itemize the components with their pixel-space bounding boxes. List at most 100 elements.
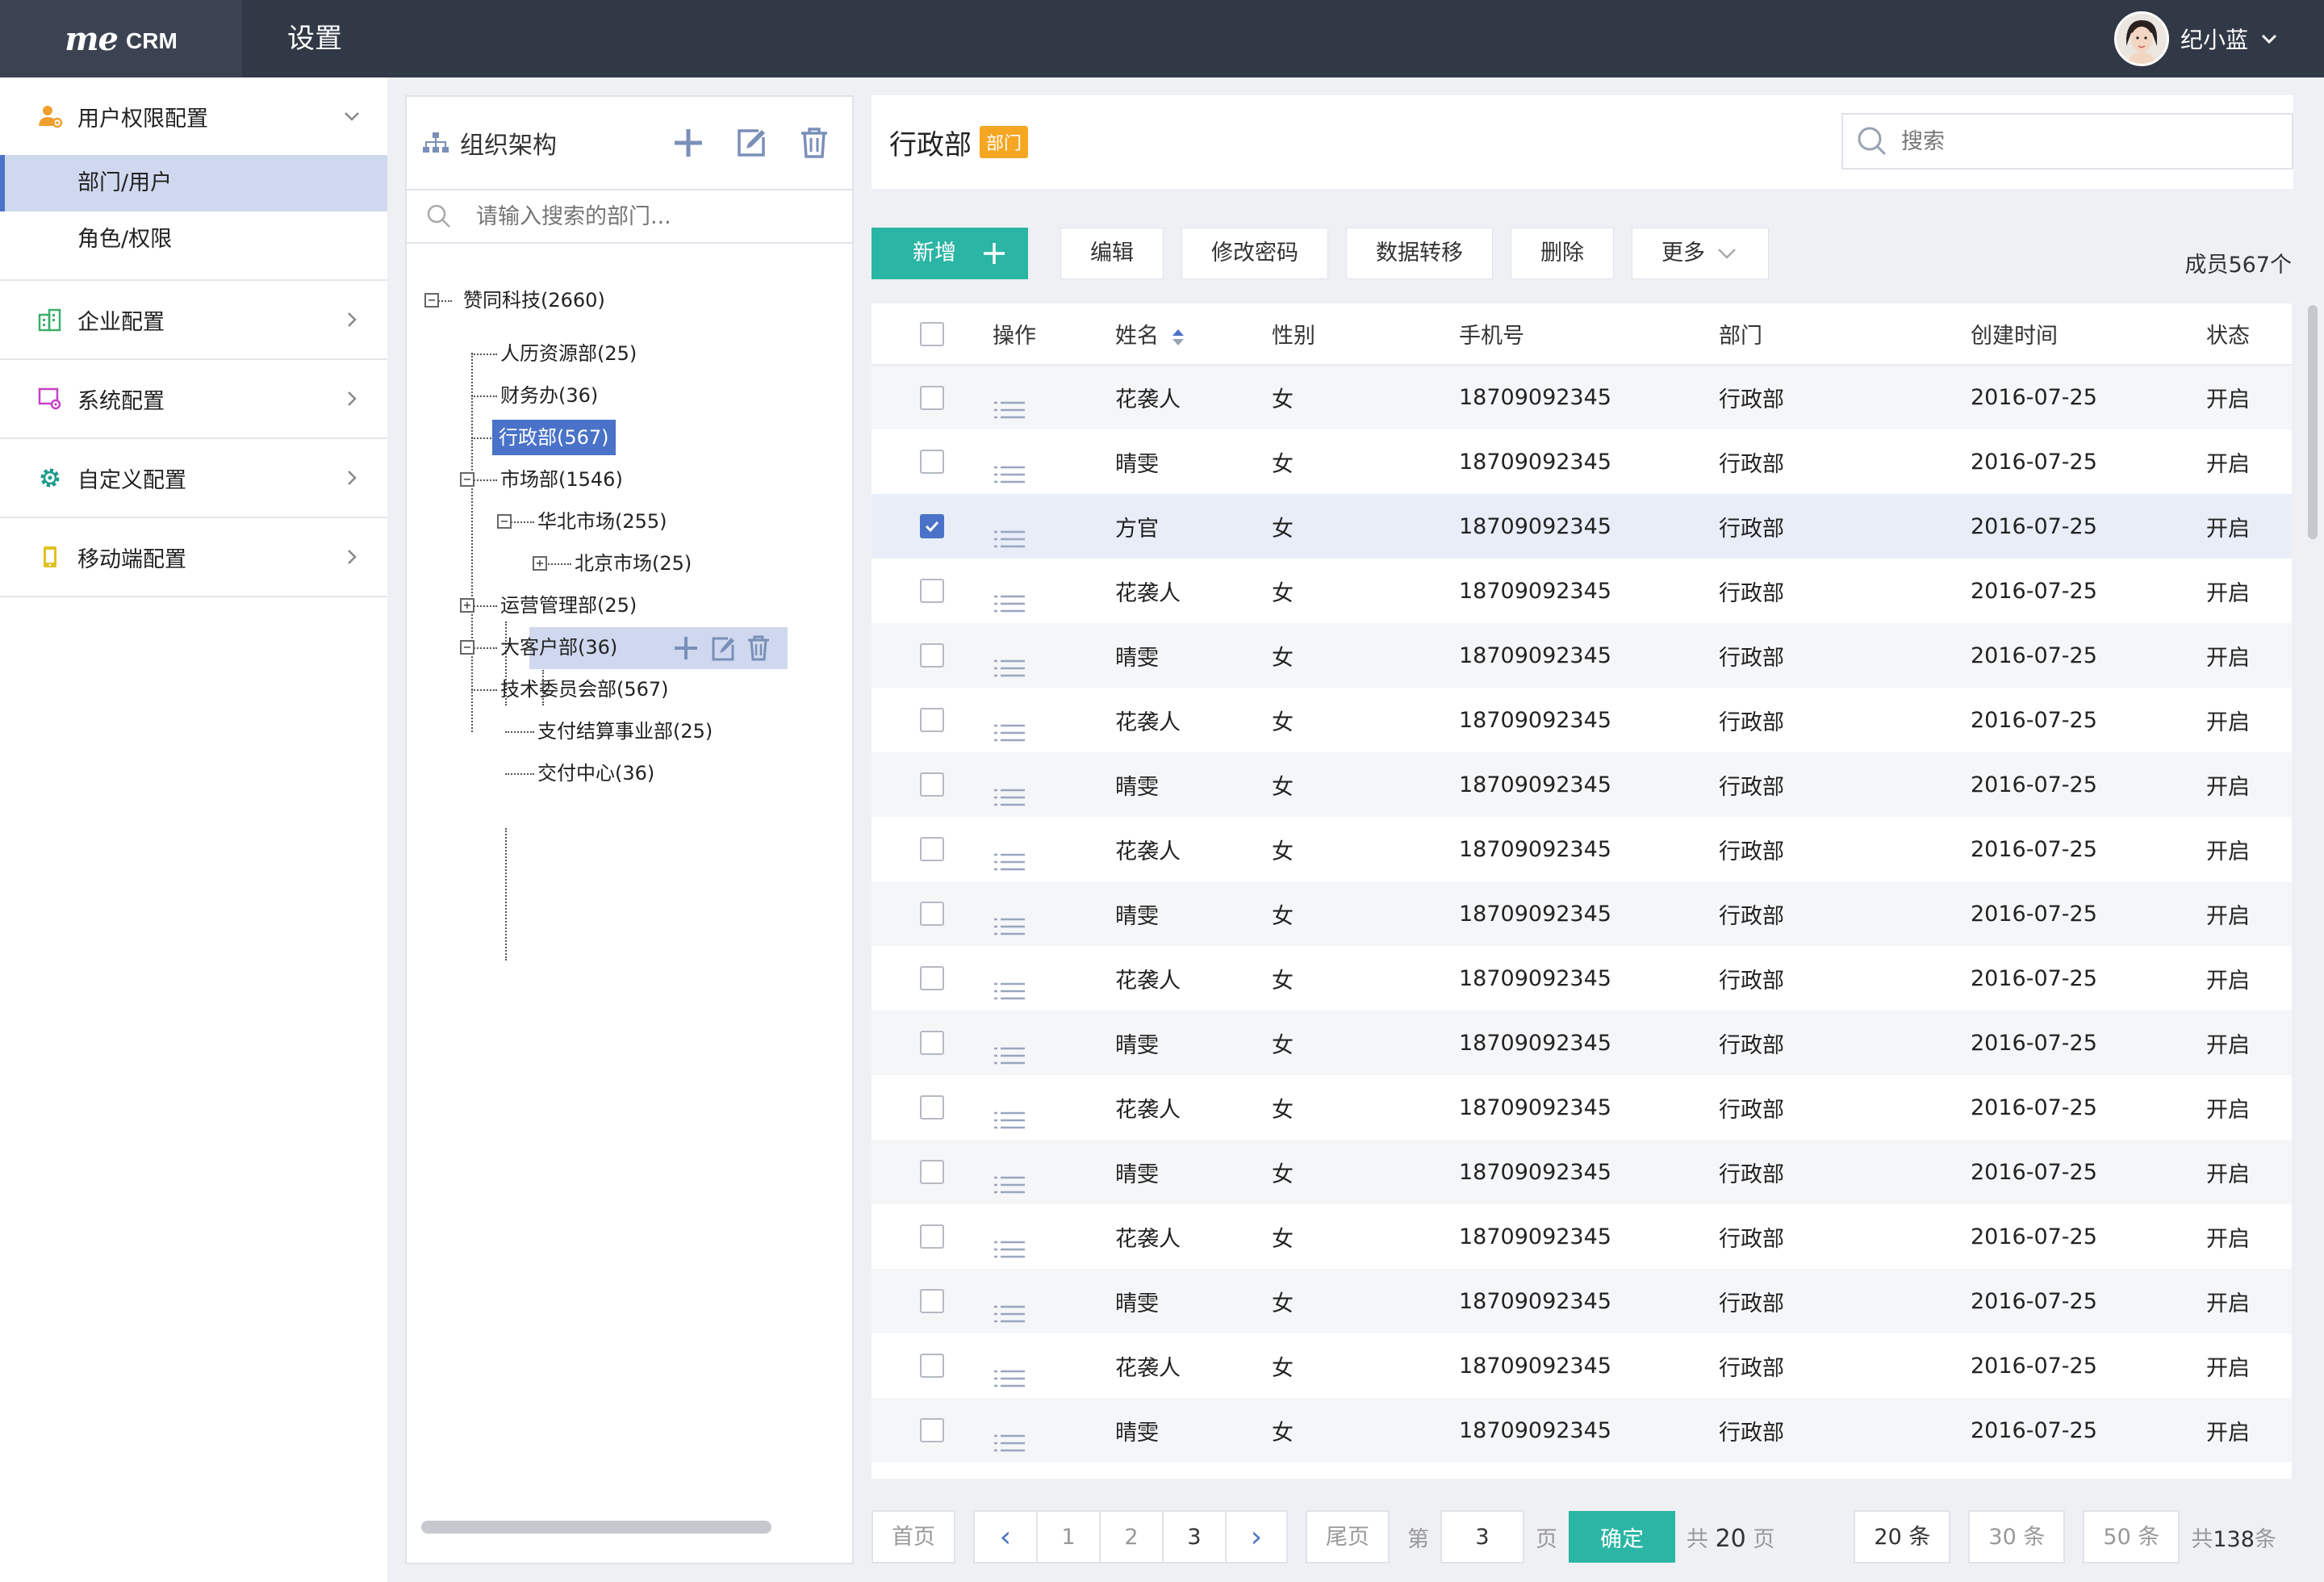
row-checkbox[interactable] (920, 385, 944, 410)
data-transfer-button[interactable]: 数据转移 (1346, 228, 1493, 279)
user-menu[interactable]: 纪小蓝 (2113, 11, 2279, 66)
row-menu-icon[interactable] (993, 398, 1115, 422)
tree-node[interactable]: 支付结算事业部(25) (534, 714, 716, 749)
edit-button[interactable]: 编辑 (1060, 228, 1164, 279)
edit-dept-button[interactable] (734, 126, 768, 160)
page-3-button[interactable]: 3 (1162, 1510, 1225, 1563)
chevron-down-icon[interactable] (2259, 29, 2279, 48)
tree-node[interactable]: 北京市场(25) (571, 546, 695, 581)
table-row[interactable]: 花袭人 女 18709092345 行政部 2016-07-25 开启 (872, 688, 2292, 752)
member-search-input[interactable] (1901, 128, 2272, 154)
table-row[interactable]: 晴雯 女 18709092345 行政部 2016-07-25 开启 (872, 429, 2292, 494)
row-menu-icon[interactable] (993, 785, 1115, 810)
table-row[interactable]: 花袭人 女 18709092345 行政部 2016-07-25 开启 (872, 817, 2292, 881)
table-row[interactable]: 晴雯 女 18709092345 行政部 2016-07-25 开启 (872, 1398, 2292, 1463)
row-menu-icon[interactable] (993, 1431, 1115, 1455)
sidebar-item-dept-user[interactable]: 部门/用户 (0, 155, 387, 211)
change-password-button[interactable]: 修改密码 (1181, 228, 1328, 279)
row-menu-icon[interactable] (993, 850, 1115, 874)
row-menu-icon[interactable] (993, 914, 1115, 939)
page-2-button[interactable]: 2 (1099, 1510, 1162, 1563)
table-row[interactable]: 花袭人 女 18709092345 行政部 2016-07-25 开启 (872, 559, 2292, 623)
row-checkbox[interactable] (920, 1224, 944, 1249)
tree-node[interactable]: 市场部(1546) (497, 462, 626, 497)
row-checkbox[interactable] (920, 708, 944, 732)
row-menu-icon[interactable] (993, 1173, 1115, 1197)
tree-node[interactable]: 运营管理部(25) (497, 588, 640, 623)
column-header-sortable[interactable]: 姓名 (1115, 303, 1272, 366)
row-checkbox[interactable] (920, 1289, 944, 1313)
row-checkbox[interactable] (920, 450, 944, 474)
table-row[interactable]: 花袭人 女 18709092345 行政部 2016-07-25 开启 (872, 946, 2292, 1011)
goto-page-input[interactable] (1440, 1510, 1524, 1563)
sidebar-item-role-permission[interactable]: 角色/权限 (0, 211, 387, 268)
prev-page-button[interactable]: ‹ (973, 1510, 1036, 1563)
row-checkbox[interactable] (920, 772, 944, 797)
page-size-50[interactable]: 50 条 (2083, 1510, 2180, 1563)
table-row[interactable]: 花袭人 女 18709092345 行政部 2016-07-25 开启 (872, 365, 2292, 429)
sidebar-item-system[interactable]: 系统配置 (0, 360, 387, 437)
tree-toggle-collapse[interactable]: − (460, 640, 474, 655)
row-checkbox[interactable] (920, 837, 944, 861)
page-size-20[interactable]: 20 条 (1854, 1510, 1951, 1563)
sidebar-item-mobile[interactable]: 移动端配置 (0, 518, 387, 596)
tree-toggle-collapse[interactable]: − (460, 472, 474, 487)
tree-node[interactable]: 技术委员会部(567) (497, 672, 672, 707)
row-menu-icon[interactable] (993, 1044, 1115, 1068)
table-row[interactable]: 晴雯 女 18709092345 行政部 2016-07-25 开启 (872, 1140, 2292, 1204)
next-page-button[interactable]: › (1225, 1510, 1288, 1563)
row-checkbox[interactable] (920, 902, 944, 926)
first-page-button[interactable]: 首页 (872, 1510, 955, 1563)
tree-node[interactable]: 大客户部(36) (497, 630, 621, 665)
table-row[interactable]: 方官 女 18709092345 行政部 2016-07-25 开启 (872, 494, 2292, 559)
row-checkbox[interactable] (920, 514, 944, 538)
dept-search-input[interactable] (476, 203, 815, 229)
table-row[interactable]: 晴雯 女 18709092345 行政部 2016-07-25 开启 (872, 1011, 2292, 1075)
vertical-scrollbar[interactable] (2308, 305, 2318, 539)
row-checkbox[interactable] (920, 1031, 944, 1055)
tree-node-selected[interactable]: 行政部(567) (492, 420, 616, 455)
avatar[interactable] (2113, 11, 2169, 66)
table-row[interactable]: 晴雯 女 18709092345 行政部 2016-07-25 开启 (872, 1269, 2292, 1333)
confirm-goto-button[interactable]: 确定 (1569, 1511, 1675, 1563)
delete-button[interactable]: 删除 (1511, 228, 1614, 279)
tree-toggle-collapse[interactable]: − (497, 514, 512, 529)
row-menu-icon[interactable] (993, 462, 1115, 487)
sidebar-item-user-permission[interactable]: 用户权限配置 (0, 77, 387, 155)
tree-toggle-expand[interactable]: + (533, 556, 547, 571)
tree-node[interactable]: 财务办(36) (497, 378, 601, 413)
last-page-button[interactable]: 尾页 (1306, 1510, 1390, 1563)
row-menu-icon[interactable] (993, 592, 1115, 616)
table-row[interactable]: 花袭人 女 18709092345 行政部 2016-07-25 开启 (872, 1204, 2292, 1269)
row-checkbox[interactable] (920, 579, 944, 603)
add-member-button[interactable]: 新增 (872, 228, 1028, 279)
table-row[interactable]: 晴雯 女 18709092345 行政部 2016-07-25 开启 (872, 623, 2292, 688)
tree-node[interactable]: 华北市场(255) (534, 504, 671, 539)
tree-toggle-collapse[interactable]: − (424, 293, 439, 308)
row-checkbox[interactable] (920, 643, 944, 668)
sort-icon[interactable] (1171, 328, 1185, 347)
table-row[interactable]: 花袭人 女 18709092345 行政部 2016-07-25 开启 (872, 1075, 2292, 1140)
table-row[interactable]: 晴雯 女 18709092345 行政部 2016-07-25 开启 (872, 881, 2292, 946)
select-all-checkbox[interactable] (920, 321, 944, 346)
row-menu-icon[interactable] (993, 527, 1115, 551)
page-size-30[interactable]: 30 条 (1968, 1510, 2066, 1563)
row-menu-icon[interactable] (993, 1366, 1115, 1391)
tree-toggle-expand[interactable]: + (460, 598, 474, 613)
row-checkbox[interactable] (920, 966, 944, 990)
more-button[interactable]: 更多 (1632, 228, 1769, 279)
tree-node[interactable]: 赞同科技(2660) (460, 282, 608, 318)
row-menu-icon[interactable] (993, 1108, 1115, 1132)
row-checkbox[interactable] (920, 1418, 944, 1442)
chevron-down-icon[interactable] (341, 105, 363, 128)
row-menu-icon[interactable] (993, 1237, 1115, 1262)
sidebar-item-enterprise[interactable]: 企业配置 (0, 281, 387, 358)
table-row[interactable]: 花袭人 女 18709092345 行政部 2016-07-25 开启 (872, 1333, 2292, 1398)
row-checkbox[interactable] (920, 1160, 944, 1184)
tree-node[interactable]: 人历资源部(25) (497, 336, 640, 371)
page-1-button[interactable]: 1 (1036, 1510, 1099, 1563)
table-row[interactable]: 晴雯 女 18709092345 行政部 2016-07-25 开启 (872, 752, 2292, 817)
row-menu-icon[interactable] (993, 979, 1115, 1003)
row-menu-icon[interactable] (993, 1302, 1115, 1326)
tree-node[interactable]: 交付中心(36) (534, 755, 658, 791)
